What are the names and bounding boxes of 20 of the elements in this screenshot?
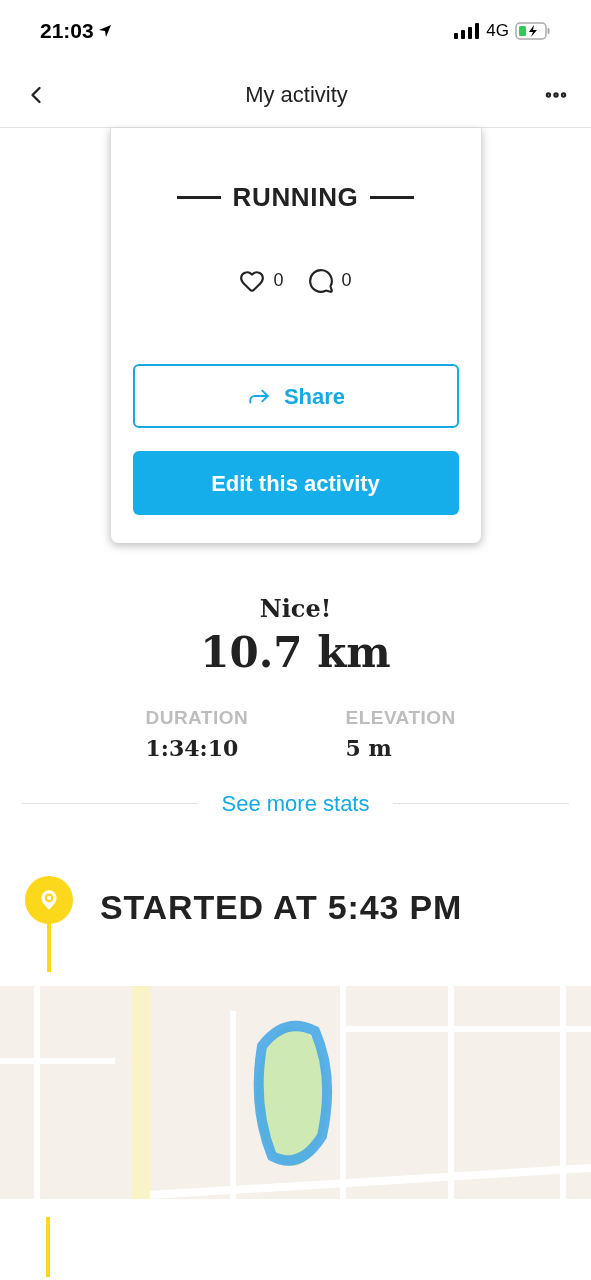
stat-value: 1:34:10 xyxy=(145,734,240,763)
comment-count: 0 xyxy=(341,269,352,292)
screen-title: My activity xyxy=(245,81,348,109)
start-time-heading: STARTED AT 5:43 PM xyxy=(100,887,463,928)
edit-activity-button[interactable]: Edit this activity xyxy=(132,451,459,515)
network-type: 4G xyxy=(486,20,509,43)
praise-headline: Nice! xyxy=(259,593,332,625)
share-button[interactable]: Share xyxy=(132,364,459,428)
battery-icon xyxy=(515,22,551,40)
signal-icon xyxy=(454,23,481,39)
location-arrow-icon xyxy=(97,24,112,38)
sport-type: RUNNING xyxy=(232,181,359,214)
clock-time: 21:03 xyxy=(40,18,94,45)
stat-label: DURATION xyxy=(145,705,250,730)
stat-label: ELEVATION xyxy=(345,705,457,730)
stat-value: 5 m xyxy=(345,734,393,763)
see-more-stats-link[interactable]: See more stats xyxy=(197,787,394,820)
distance-value: 10.7 km xyxy=(200,627,391,679)
like-count: 0 xyxy=(273,269,284,292)
comment-icon[interactable] xyxy=(307,267,334,294)
